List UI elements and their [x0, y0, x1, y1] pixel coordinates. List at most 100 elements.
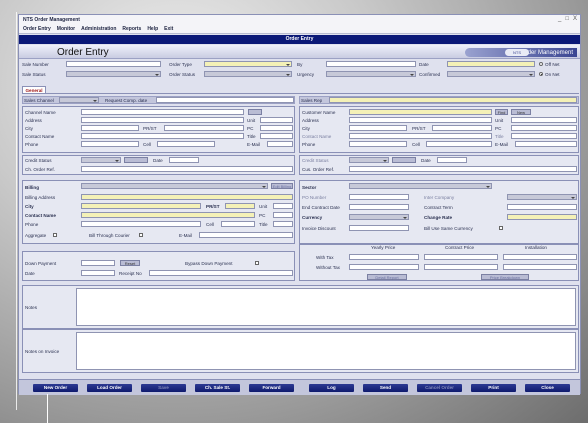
print-button[interactable]: Print	[471, 384, 516, 392]
channel-prst-field[interactable]	[164, 125, 244, 131]
billing-select[interactable]	[81, 183, 268, 189]
menu-help[interactable]: Help	[147, 26, 158, 32]
channel-lookup-button[interactable]	[248, 109, 262, 115]
contract-term-field[interactable]	[507, 204, 577, 210]
billing-unit-field[interactable]	[273, 203, 293, 209]
channel-credit-button[interactable]	[124, 157, 148, 163]
billing-prst-field[interactable]	[225, 203, 255, 209]
detail-report-button[interactable]: Detail Report	[367, 274, 407, 280]
channel-contact-field[interactable]	[81, 133, 244, 139]
installation-with-tax-field[interactable]	[503, 254, 577, 260]
billing-contact-field[interactable]	[81, 212, 255, 218]
end-contract-date-field[interactable]	[349, 204, 409, 210]
contract-without-tax-field[interactable]	[424, 264, 498, 270]
cancel-order-button[interactable]: Cancel Order	[417, 384, 462, 392]
new-order-button[interactable]: New Order	[33, 384, 78, 392]
channel-phone-field[interactable]	[81, 141, 139, 147]
currency-select[interactable]	[349, 214, 409, 220]
by-field[interactable]	[326, 61, 416, 67]
channel-city-field[interactable]	[81, 125, 139, 131]
customer-prst-field[interactable]	[432, 125, 492, 131]
customer-title-field[interactable]	[511, 133, 577, 139]
channel-credit-date-field[interactable]	[169, 157, 199, 163]
change-rate-field[interactable]	[507, 214, 577, 220]
channel-unit-field[interactable]	[260, 117, 293, 123]
log-button[interactable]: Log	[309, 384, 354, 392]
channel-title-field[interactable]	[260, 133, 293, 139]
channel-name-field[interactable]	[81, 109, 244, 115]
customer-address-field[interactable]	[349, 117, 492, 123]
load-order-button[interactable]: Load Order	[87, 384, 132, 392]
sale-status-select[interactable]	[66, 71, 161, 77]
bill-same-currency-checkbox[interactable]	[499, 226, 503, 230]
customer-credit-button[interactable]	[392, 157, 416, 163]
billing-address-field[interactable]	[81, 194, 293, 200]
billing-phone-field[interactable]	[81, 221, 201, 227]
yearly-without-tax-field[interactable]	[349, 264, 419, 270]
order-status-select[interactable]	[204, 71, 292, 77]
change-sale-status-button[interactable]: Ch. Sale St.	[195, 384, 240, 392]
menu-exit[interactable]: Exit	[164, 26, 173, 32]
customer-name-field[interactable]	[349, 109, 492, 115]
maximize-icon[interactable]: □	[565, 16, 569, 22]
menu-reports[interactable]: Reports	[122, 26, 141, 32]
customer-contact-field[interactable]	[349, 133, 492, 139]
notes-textarea[interactable]	[76, 288, 576, 326]
channel-address-field[interactable]	[81, 117, 244, 123]
reset-button[interactable]: Reset	[120, 260, 140, 266]
minimize-icon[interactable]: _	[558, 16, 561, 22]
channel-credit-select[interactable]	[81, 157, 121, 163]
payment-date-field[interactable]	[81, 270, 115, 276]
channel-pc-field[interactable]	[260, 125, 293, 131]
cus-order-ref-field[interactable]	[349, 166, 577, 172]
customer-cell-field[interactable]	[426, 141, 492, 147]
customer-phone-field[interactable]	[349, 141, 407, 147]
menu-administration[interactable]: Administration	[81, 26, 116, 32]
notes-on-invoice-textarea[interactable]	[76, 332, 576, 370]
forward-button[interactable]: Forward	[249, 384, 294, 392]
customer-unit-field[interactable]	[511, 117, 577, 123]
contract-with-tax-field[interactable]	[424, 254, 498, 260]
sector-select[interactable]	[349, 183, 492, 189]
date-field[interactable]	[447, 61, 535, 67]
inter-company-select[interactable]	[507, 194, 577, 200]
aggregate-checkbox[interactable]	[53, 233, 57, 237]
yearly-with-tax-field[interactable]	[349, 254, 419, 260]
customer-find-button[interactable]: Find	[495, 109, 508, 115]
close-icon[interactable]: X	[573, 16, 577, 22]
billing-pc-field[interactable]	[273, 212, 293, 218]
off-net-radio[interactable]	[539, 62, 543, 66]
menu-monitor[interactable]: Monitor	[57, 26, 75, 32]
channel-cell-field[interactable]	[157, 141, 215, 147]
sales-rep-field[interactable]	[329, 97, 577, 103]
invoice-discount-field[interactable]	[349, 225, 409, 231]
billing-title-field[interactable]	[273, 221, 293, 227]
confirmed-select[interactable]	[447, 71, 535, 77]
channel-email-field[interactable]	[267, 141, 293, 147]
installation-without-tax-field[interactable]	[503, 264, 577, 270]
customer-credit-date-field[interactable]	[437, 157, 467, 163]
send-button[interactable]: Send	[363, 384, 408, 392]
bill-courier-checkbox[interactable]	[139, 233, 143, 237]
billing-cell-field[interactable]	[221, 221, 255, 227]
price-breakdown-button[interactable]: Price Breakdown	[481, 274, 529, 280]
customer-email-field[interactable]	[515, 141, 577, 147]
sale-number-field[interactable]	[66, 61, 161, 67]
customer-new-button[interactable]: New	[511, 109, 531, 115]
close-button[interactable]: Close	[525, 384, 570, 392]
order-type-select[interactable]	[204, 61, 292, 67]
billing-email-field[interactable]	[199, 232, 293, 238]
down-payment-field[interactable]	[81, 260, 115, 266]
customer-city-field[interactable]	[349, 125, 407, 131]
billing-city-field[interactable]	[81, 203, 201, 209]
customer-pc-field[interactable]	[511, 125, 577, 131]
request-comp-date-field[interactable]	[156, 97, 294, 103]
tab-general[interactable]: General	[22, 86, 46, 93]
bypass-down-payment-checkbox[interactable]	[255, 261, 259, 265]
urgency-select[interactable]	[326, 71, 416, 77]
on-net-radio[interactable]	[539, 72, 543, 76]
menu-order-entry[interactable]: Order Entry	[23, 26, 51, 32]
sales-channel-select[interactable]	[59, 97, 99, 103]
save-button[interactable]: Save	[141, 384, 186, 392]
ch-order-ref-field[interactable]	[81, 166, 293, 172]
